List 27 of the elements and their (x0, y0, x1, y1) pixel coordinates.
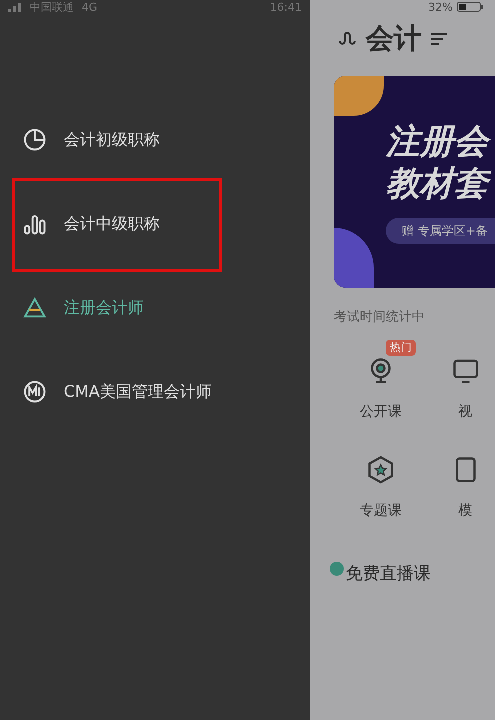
carrier-name: 中国联通 (30, 2, 74, 12)
drawer-item[interactable]: CMA美国管理会计师 (12, 371, 212, 413)
clock-time: 16:41 (270, 2, 302, 12)
banner-heading: 教材套 (386, 163, 495, 206)
sort-menu-icon[interactable] (430, 31, 448, 47)
pie-chart-icon (22, 127, 48, 153)
banner-heading: 注册会 (386, 120, 495, 163)
dot-drawing (330, 562, 344, 576)
shortcut-item[interactable]: 模 (436, 438, 495, 522)
promo-banner[interactable]: 注册会 教材套 赠 专属学区+备 (334, 76, 495, 288)
exam-time-note: 考试时间统计中 (334, 309, 426, 327)
shortcut-item[interactable]: 热门 公开课 (326, 340, 436, 422)
monogram-icon (22, 379, 48, 405)
hot-badge: 热门 (386, 340, 416, 356)
section-title: 免费直播课 (346, 562, 431, 586)
drawer-item[interactable]: 会计初级职称 (12, 119, 160, 161)
signal-icon (8, 2, 22, 12)
network-type: 4G (82, 2, 98, 12)
page-title: 会计 (366, 21, 422, 57)
shortcut-item[interactable]: 专题课 (326, 438, 436, 522)
hexagon-star-icon (366, 454, 396, 484)
banner-tag: 赠 专属学区+备 (386, 218, 495, 244)
shortcut-item[interactable]: 视 (436, 340, 495, 422)
drawer-item[interactable]: 会计中级职称 (12, 203, 160, 245)
drawer-item[interactable]: 注册会计师 (12, 287, 144, 329)
battery-icon (457, 2, 483, 12)
battery-percentage: 32% (428, 2, 453, 12)
